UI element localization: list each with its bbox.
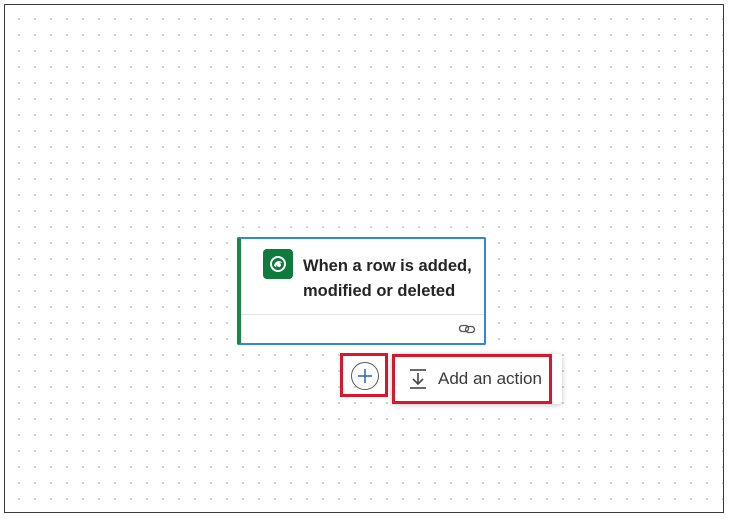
trigger-card[interactable]: When a row is added, modified or deleted [237, 237, 486, 345]
add-an-action-menu-item[interactable]: Add an action [392, 354, 552, 404]
insert-menu: Add an action [392, 354, 562, 404]
link-icon[interactable] [458, 321, 476, 337]
add-action-icon [410, 369, 426, 389]
insert-step-button[interactable] [351, 362, 379, 390]
dataverse-icon [263, 249, 293, 279]
trigger-card-footer [241, 314, 484, 343]
add-an-action-label: Add an action [438, 369, 542, 388]
trigger-title: When a row is added, modified or deleted [303, 257, 472, 300]
trigger-card-header[interactable]: When a row is added, modified or deleted [241, 239, 484, 314]
plus-icon [358, 369, 372, 383]
